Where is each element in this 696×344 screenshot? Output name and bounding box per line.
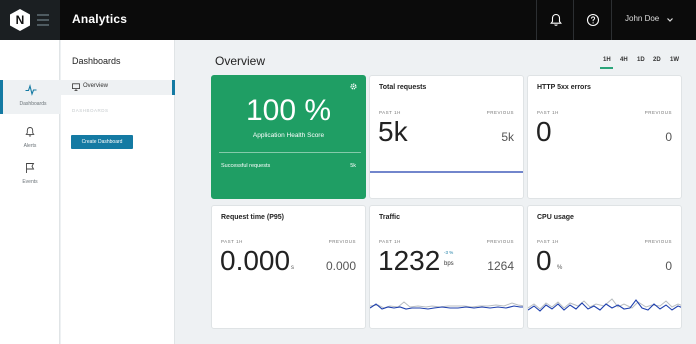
current-value: 5k [378, 116, 408, 147]
user-menu[interactable]: John Doe [625, 14, 659, 23]
page-title: Overview [215, 54, 266, 68]
divider [611, 0, 612, 40]
chevron-down-icon[interactable] [666, 16, 674, 24]
sidebar-title: Dashboards [72, 56, 121, 66]
app-title: Analytics [72, 12, 128, 26]
previous-value: 0.000 [325, 259, 356, 273]
sidebar-item-overview[interactable]: Overview [61, 80, 175, 95]
rail-item-label: Dashboards [19, 101, 47, 107]
previous-value: 0 [665, 259, 672, 273]
current-value: 1232 [378, 245, 441, 276]
total-requests-card[interactable]: Total requests PAST 1H PREVIOUS 5k 5k [369, 75, 524, 199]
current-value: 0 [536, 116, 552, 147]
current-value: 0 [536, 245, 552, 276]
range-2d[interactable]: 2D [653, 57, 661, 63]
range-1h[interactable]: 1H [603, 57, 611, 63]
health-score-value: 100 % [245, 94, 332, 127]
card-title: Request time (P95) [221, 214, 285, 221]
unit-label: s [291, 265, 294, 271]
unit-label: % [557, 265, 563, 271]
help-icon[interactable] [585, 12, 601, 28]
previous-label: PREVIOUS [486, 239, 514, 244]
successful-requests-label: Successful requests [221, 163, 271, 169]
previous-label: PREVIOUS [644, 110, 672, 115]
previous-value: 1264 [487, 259, 514, 273]
sidebar-item-label: Overview [83, 83, 109, 89]
rail-item-label: Events [22, 179, 38, 185]
menu-icon[interactable] [37, 14, 49, 26]
rail-item-dashboards[interactable]: Dashboards [0, 80, 60, 114]
previous-value: 5k [501, 130, 514, 144]
cpu-usage-card[interactable]: CPU usage PAST 1H PREVIOUS 0 % 0 [527, 205, 682, 329]
divider [573, 0, 574, 40]
monitor-icon [72, 83, 80, 91]
card-title: Traffic [379, 214, 401, 221]
top-bar: N Analytics John Doe [0, 0, 696, 40]
range-1w[interactable]: 1W [670, 57, 679, 63]
successful-requests-value: 5k [350, 163, 356, 169]
past-label: PAST 1H [537, 239, 559, 244]
past-label: PAST 1H [379, 110, 401, 115]
bell-icon[interactable] [548, 12, 564, 28]
icon-rail: Dashboards Alerts Events [0, 40, 60, 344]
requests-sparkline [370, 171, 523, 173]
traffic-card[interactable]: Traffic PAST 1H PREVIOUS 1232 -3 % bps 1… [369, 205, 524, 329]
previous-label: PREVIOUS [644, 239, 672, 244]
previous-value: 0 [665, 130, 672, 144]
past-label: PAST 1H [537, 110, 559, 115]
request-time-card[interactable]: Request time (P95) PAST 1H PREVIOUS 0.00… [211, 205, 366, 329]
rail-item-alerts[interactable]: Alerts [0, 122, 60, 156]
logo-area[interactable]: N [0, 0, 60, 40]
logo-icon: N [10, 9, 30, 31]
range-4h[interactable]: 4H [620, 57, 628, 63]
card-title: Total requests [379, 84, 427, 91]
traffic-sparkline [370, 301, 523, 310]
health-score-card[interactable]: 100 % Application Health Score Successfu… [211, 75, 366, 199]
unit-label: bps [444, 261, 454, 267]
create-dashboard-button[interactable]: Create Dashboard [71, 135, 133, 149]
pulse-icon [25, 84, 37, 96]
bell-icon [25, 127, 35, 137]
card-title: HTTP 5xx errors [537, 84, 591, 91]
previous-label: PREVIOUS [328, 239, 356, 244]
cpu-sparkline [528, 298, 681, 312]
past-label: PAST 1H [379, 239, 401, 244]
http-5xx-card[interactable]: HTTP 5xx errors PAST 1H PREVIOUS 0 0 [527, 75, 682, 199]
range-1d[interactable]: 1D [637, 57, 645, 63]
flag-icon [26, 163, 35, 173]
past-label: PAST 1H [221, 239, 243, 244]
divider [219, 152, 361, 153]
section-heading: DASHBOARDS [72, 108, 109, 113]
selected-range-indicator [600, 67, 613, 69]
health-score-label: Application Health Score [252, 132, 325, 139]
card-title: CPU usage [537, 214, 574, 221]
current-value: 0.000 [220, 245, 291, 276]
rail-item-events[interactable]: Events [0, 158, 60, 192]
dashboards-sidebar: Dashboards Overview DASHBOARDS Create Da… [61, 40, 175, 344]
divider [536, 0, 537, 40]
gear-icon[interactable] [349, 82, 358, 91]
delta-badge: -3 % [444, 250, 454, 255]
previous-label: PREVIOUS [486, 110, 514, 115]
rail-item-label: Alerts [23, 143, 37, 149]
